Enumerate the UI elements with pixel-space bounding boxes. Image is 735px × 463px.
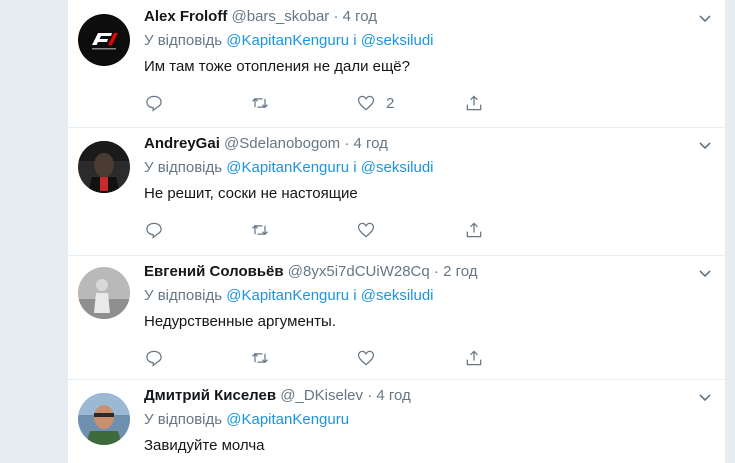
avatar[interactable] xyxy=(78,267,130,319)
mention-link[interactable]: @seksiludi xyxy=(361,32,434,49)
tweet-1[interactable]: Alex Froloff @bars_skobar · 4 год У відп… xyxy=(68,0,725,128)
tweet-actions: 2 xyxy=(144,92,504,114)
tweet-2[interactable]: AndreyGai @Sdelanobogom · 4 год У відпов… xyxy=(68,127,725,256)
reply-button[interactable] xyxy=(144,219,164,241)
author-name[interactable]: Евгений Соловьёв xyxy=(144,263,284,280)
avatar[interactable] xyxy=(78,393,130,445)
reply-prefix: У відповідь xyxy=(144,287,223,304)
retweet-icon xyxy=(252,352,268,364)
reply-context: У відповідь @KapitanKenguru і @seksiludi xyxy=(144,159,434,176)
mention-conjunction: і xyxy=(353,159,357,176)
reply-prefix: У відповідь xyxy=(144,159,223,176)
mention-link[interactable]: @KapitanKenguru xyxy=(226,32,349,49)
tweet-actions xyxy=(144,347,504,369)
share-button[interactable] xyxy=(464,347,484,369)
author-name[interactable]: Дмитрий Киселев xyxy=(144,387,276,404)
timestamp[interactable]: 4 год xyxy=(354,135,388,152)
separator-dot: · xyxy=(333,8,339,25)
reply-context: У відповідь @KapitanKenguru і @seksiludi xyxy=(144,287,434,304)
heart-icon xyxy=(357,95,375,111)
tweet-header: Alex Froloff @bars_skobar · 4 год xyxy=(144,8,377,25)
mention-link[interactable]: @KapitanKenguru xyxy=(226,159,349,176)
timestamp[interactable]: 4 год xyxy=(376,387,410,404)
tweet-text: Недурственные аргументы. xyxy=(144,313,336,330)
separator-dot: · xyxy=(344,135,350,152)
share-button[interactable] xyxy=(464,92,484,114)
mention-conjunction: і xyxy=(353,32,357,49)
reply-button[interactable] xyxy=(144,92,164,114)
chevron-down-icon[interactable] xyxy=(697,389,713,405)
author-name[interactable]: AndreyGai xyxy=(144,135,220,152)
reply-icon xyxy=(146,350,162,367)
tweet-4[interactable]: Дмитрий Киселев @_DKiselev · 4 год У від… xyxy=(68,379,725,463)
author-handle[interactable]: @Sdelanobogom xyxy=(224,135,340,152)
retweet-button[interactable] xyxy=(250,92,270,114)
mention-link[interactable]: @seksiludi xyxy=(361,287,434,304)
chevron-down-icon[interactable] xyxy=(697,137,713,153)
heart-icon xyxy=(357,350,375,366)
like-button[interactable]: 2 xyxy=(356,92,394,114)
author-handle[interactable]: @8yx5i7dCUiW28Cq xyxy=(288,263,430,280)
reply-context: У відповідь @KapitanKenguru і @seksiludi xyxy=(144,32,434,49)
separator-dot: · xyxy=(367,387,373,404)
author-handle[interactable]: @bars_skobar xyxy=(232,8,330,25)
reply-button[interactable] xyxy=(144,347,164,369)
mention-link[interactable]: @seksiludi xyxy=(361,159,434,176)
reply-prefix: У відповідь xyxy=(144,32,223,49)
retweet-button[interactable] xyxy=(250,219,270,241)
grey-photo-icon xyxy=(78,267,130,319)
chevron-down-icon[interactable] xyxy=(697,10,713,26)
man-photo-icon xyxy=(78,393,130,445)
author-handle[interactable]: @_DKiselev xyxy=(280,387,363,404)
tweet-text: Не решит, соски не настоящие xyxy=(144,185,358,202)
f1-logo-icon xyxy=(78,14,130,66)
retweet-icon xyxy=(252,224,268,236)
tweet-3[interactable]: Евгений Соловьёв @8yx5i7dCUiW28Cq · 2 го… xyxy=(68,255,725,380)
share-button[interactable] xyxy=(464,219,484,241)
share-icon xyxy=(466,222,482,238)
retweet-button[interactable] xyxy=(250,347,270,369)
chevron-down-icon[interactable] xyxy=(697,265,713,281)
tweet-header: Дмитрий Киселев @_DKiselev · 4 год xyxy=(144,387,411,404)
share-icon xyxy=(466,350,482,366)
like-button[interactable] xyxy=(356,347,376,369)
tweet-header: AndreyGai @Sdelanobogom · 4 год xyxy=(144,135,388,152)
avatar[interactable] xyxy=(78,141,130,193)
reply-icon xyxy=(146,222,162,239)
tweet-text: Завидуйте молча xyxy=(144,437,265,454)
like-count: 2 xyxy=(386,94,395,112)
mention-conjunction: і xyxy=(353,287,357,304)
author-name[interactable]: Alex Froloff xyxy=(144,8,227,25)
tweet-text: Им там тоже отопления не дали ещё? xyxy=(144,58,410,75)
timestamp[interactable]: 2 год xyxy=(443,263,477,280)
heart-icon xyxy=(357,222,375,238)
share-icon xyxy=(466,95,482,111)
like-button[interactable] xyxy=(356,219,376,241)
dark-photo-icon xyxy=(78,141,130,193)
timestamp[interactable]: 4 год xyxy=(343,8,377,25)
avatar[interactable] xyxy=(78,14,130,66)
separator-dot: · xyxy=(433,263,439,280)
reply-prefix: У відповідь xyxy=(144,411,223,428)
reply-thread: Alex Froloff @bars_skobar · 4 год У відп… xyxy=(67,0,726,463)
mention-link[interactable]: @KapitanKenguru xyxy=(226,411,349,428)
reply-context: У відповідь @KapitanKenguru xyxy=(144,411,349,428)
retweet-icon xyxy=(252,97,268,109)
tweet-header: Евгений Соловьёв @8yx5i7dCUiW28Cq · 2 го… xyxy=(144,263,478,280)
mention-link[interactable]: @KapitanKenguru xyxy=(226,287,349,304)
reply-icon xyxy=(146,95,162,112)
tweet-actions xyxy=(144,219,504,241)
